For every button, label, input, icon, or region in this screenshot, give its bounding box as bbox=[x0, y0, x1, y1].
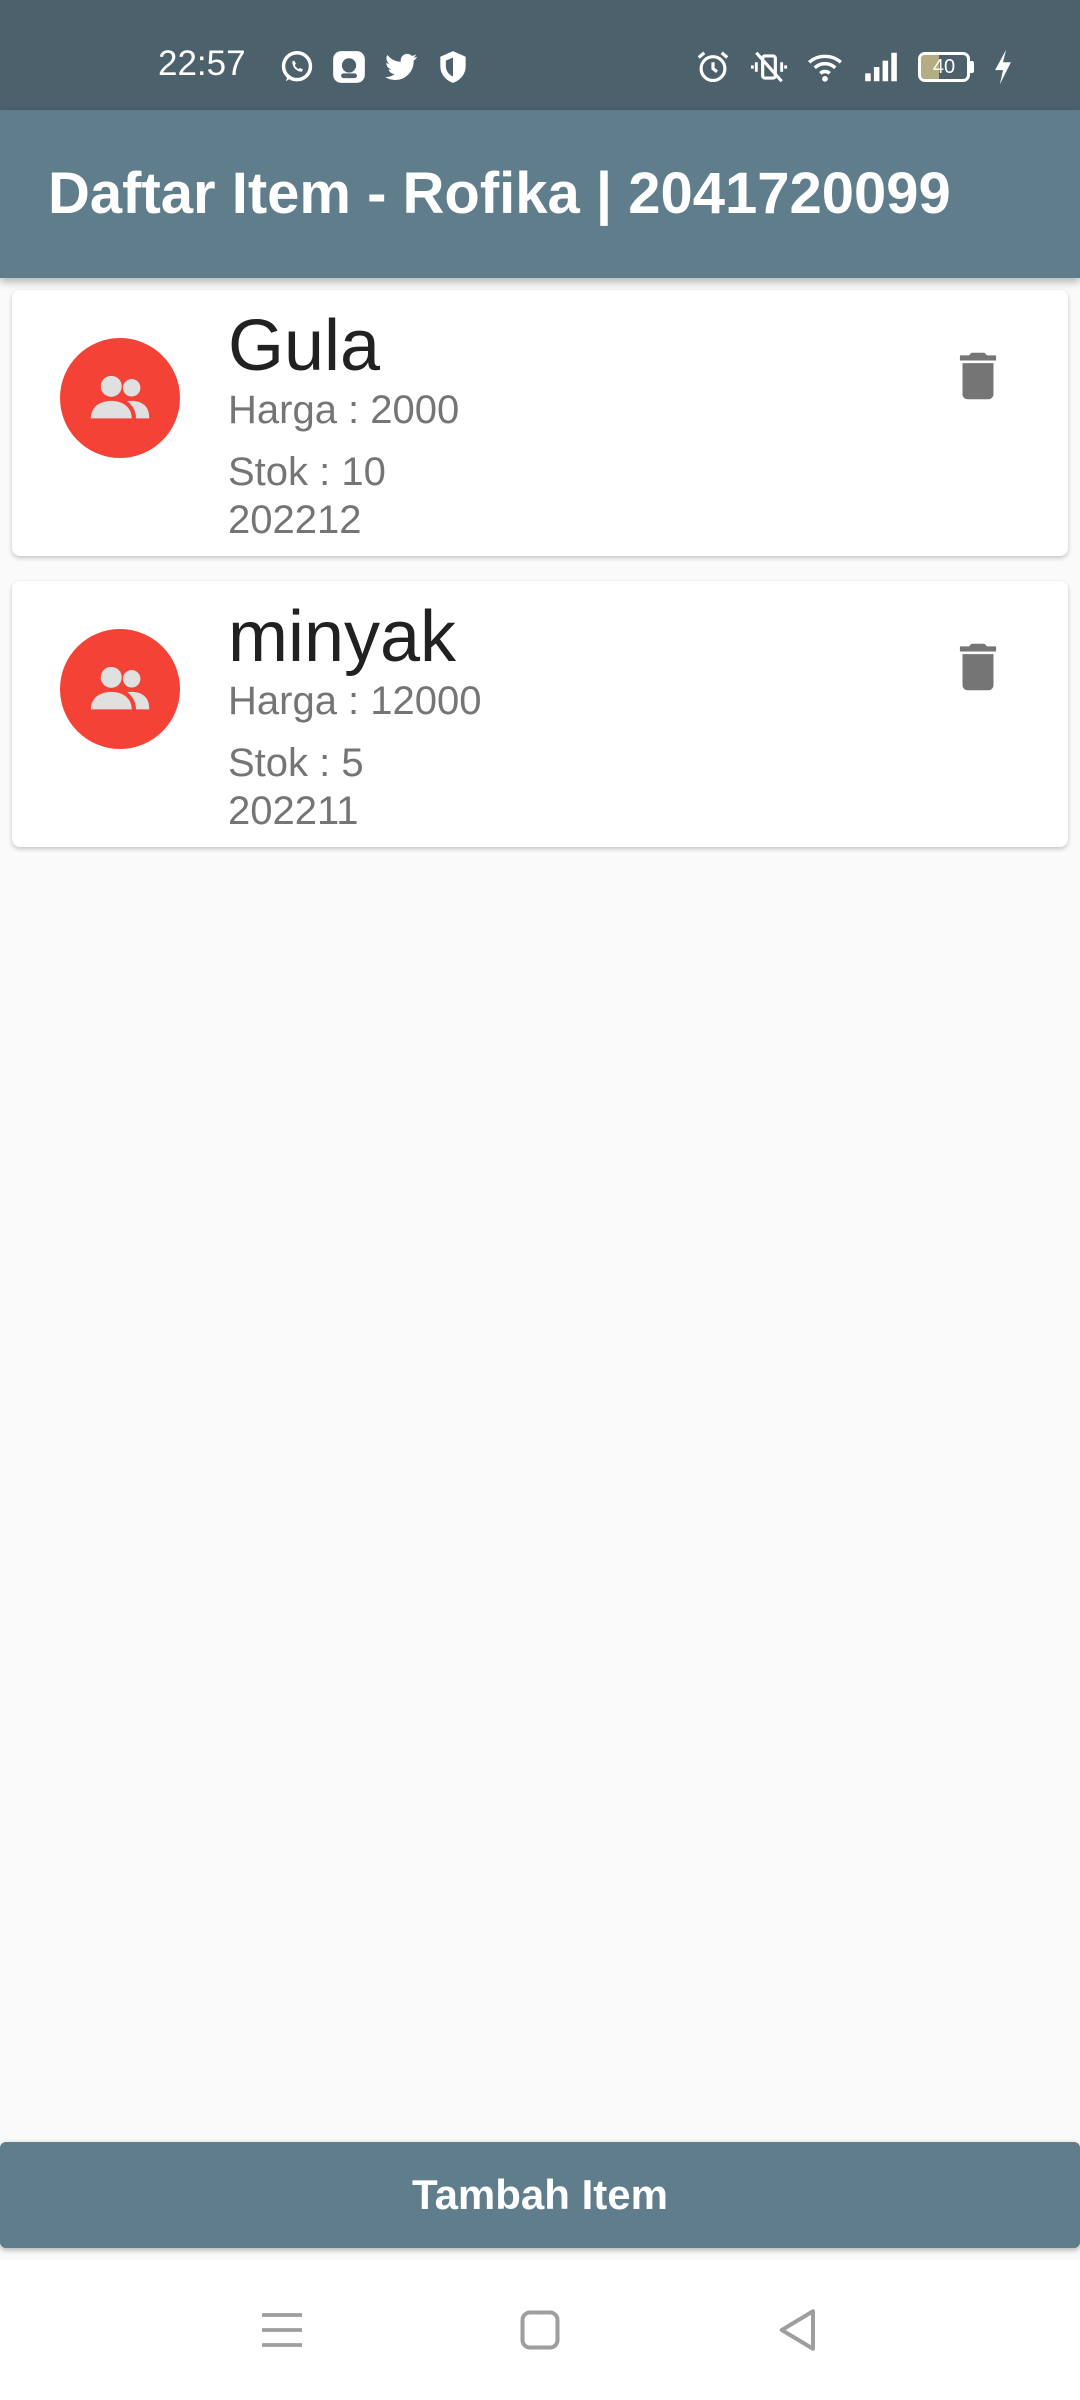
twitter-icon bbox=[382, 48, 420, 86]
menu-icon bbox=[262, 2313, 302, 2347]
system-nav-bar bbox=[0, 2260, 1080, 2400]
battery-indicator: 40 bbox=[918, 52, 974, 82]
delete-icon bbox=[959, 643, 997, 691]
item-name: minyak bbox=[228, 597, 457, 677]
menu-button[interactable] bbox=[252, 2300, 312, 2360]
people-icon bbox=[90, 666, 150, 710]
item-price: Harga : 12000 bbox=[228, 679, 482, 723]
home-square-icon bbox=[520, 2310, 560, 2350]
status-icons-right: 40 bbox=[694, 47, 1014, 87]
vibrate-off-icon bbox=[750, 48, 788, 86]
item-code: 202212 bbox=[228, 498, 362, 542]
back-triangle-icon bbox=[779, 2309, 815, 2351]
item-price: Harga : 2000 bbox=[228, 388, 460, 432]
status-icons-left bbox=[278, 47, 472, 87]
avatar bbox=[60, 338, 180, 458]
shield-icon bbox=[434, 48, 472, 86]
avatar bbox=[60, 629, 180, 749]
item-list: Gula Harga : 2000 Stok : 10 202212 minya… bbox=[12, 290, 1068, 872]
delete-button[interactable] bbox=[944, 342, 1012, 410]
app-bar: Daftar Item - Rofika | 2041720099 bbox=[0, 110, 1080, 278]
page-title: Daftar Item - Rofika | 2041720099 bbox=[48, 161, 951, 226]
battery-level: 40 bbox=[932, 56, 956, 78]
back-button[interactable] bbox=[768, 2300, 828, 2360]
alarm-icon bbox=[694, 48, 732, 86]
delete-button[interactable] bbox=[944, 633, 1012, 701]
bolt-icon bbox=[992, 48, 1014, 86]
delete-icon bbox=[959, 352, 997, 400]
item-name: Gula bbox=[228, 306, 381, 386]
wifi-icon bbox=[806, 48, 844, 86]
whatsapp-icon bbox=[278, 48, 316, 86]
cell-signal-icon bbox=[862, 48, 900, 86]
item-code: 202211 bbox=[228, 789, 359, 833]
home-button[interactable] bbox=[510, 2300, 570, 2360]
list-item[interactable]: Gula Harga : 2000 Stok : 10 202212 bbox=[12, 290, 1068, 556]
item-stock: Stok : 5 bbox=[228, 741, 364, 785]
status-bar: 22:57 40 bbox=[0, 0, 1080, 110]
list-item[interactable]: minyak Harga : 12000 Stok : 5 202211 bbox=[12, 581, 1068, 847]
people-icon bbox=[90, 375, 150, 419]
add-item-button[interactable]: Tambah Item bbox=[0, 2142, 1080, 2248]
signal-app-icon bbox=[330, 48, 368, 86]
item-stock: Stok : 10 bbox=[228, 450, 386, 494]
status-time: 22:57 bbox=[158, 44, 246, 83]
